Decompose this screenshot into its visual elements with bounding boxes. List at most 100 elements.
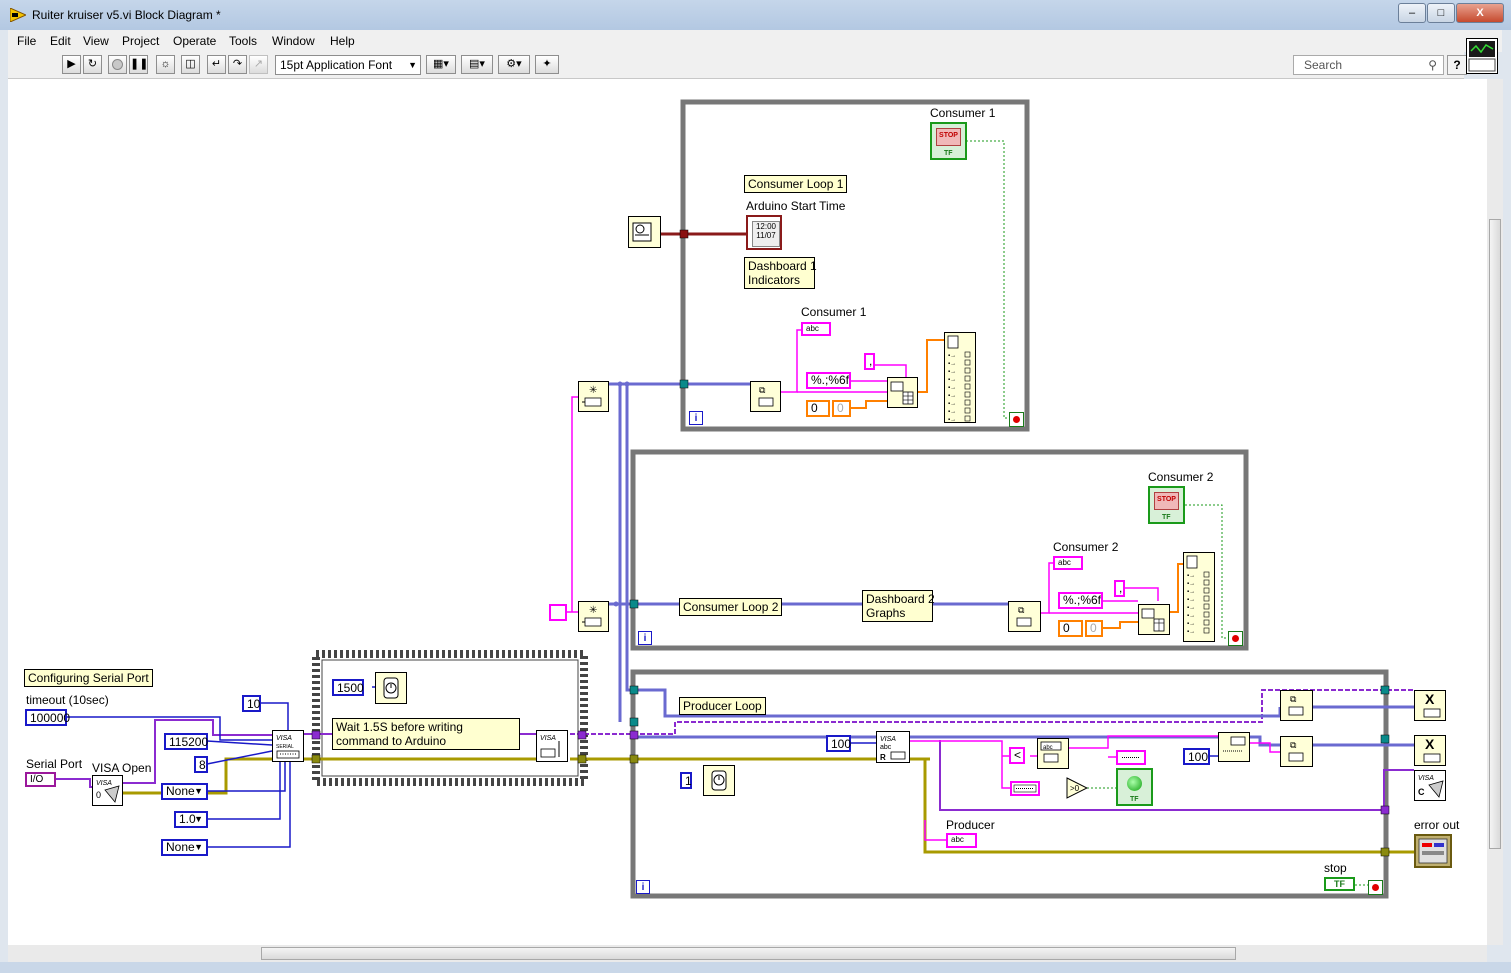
consumer-1-zero-indicator[interactable]: 0 [832,400,851,417]
producer-iteration-terminal[interactable]: i [636,880,650,894]
dequeue-1-node[interactable]: ⧉ [750,381,781,412]
get-date-time-node[interactable] [628,216,661,248]
stop-bits-ring[interactable]: 1.0 ▼ [174,811,208,828]
queue-name-constant[interactable] [549,604,567,621]
consumer-2-stop-label: Consumer 2 [1148,470,1214,484]
time-stamp-display: 12:00 11/07 [752,221,780,247]
arduino-start-time-indicator[interactable]: 12:00 11/07 [746,215,782,250]
string-subset-node[interactable] [1218,732,1250,762]
dequeue-2-node[interactable]: ⧉ [1008,601,1041,632]
index-array-2-node[interactable]: ▪→ ▪→ ▪→ ▪→ ▪→ ▪→ ▪→ ▪→ [1183,552,1215,642]
enqueue-icon: ⧉ [1288,740,1304,762]
tf-label: TF [944,150,953,157]
producer-string-indicator[interactable]: abc [946,833,977,848]
visa-serial-icon: VISA SERIAL [276,735,300,759]
consumer-1-delimiter-constant[interactable]: , [864,353,875,370]
visa-open-node[interactable]: VISA 0 [92,775,123,806]
visa-write-node[interactable]: VISA [536,730,568,762]
concatenate-string-node[interactable] [1116,750,1146,765]
string-length-icon [1013,784,1037,793]
consumer-2-zero-constant[interactable]: 0 [1058,620,1083,637]
consumer-2-stop-button[interactable]: STOP TF [1148,486,1185,524]
compare-char-constant[interactable]: < [1009,747,1025,764]
ring-arrow-icon: ▼ [194,786,203,796]
obtain-queue-1-node[interactable]: ✳ [578,381,609,412]
serial-port-constant[interactable]: I/O [25,772,56,787]
svg-text:▪→: ▪→ [1187,613,1195,619]
consumer-1-format-constant[interactable]: %.;%6f [806,372,851,389]
consumer-2-format-constant[interactable]: %.;%6f [1058,592,1103,609]
visa-configure-serial-node[interactable]: VISA SERIAL [272,730,304,762]
release-queue-2-node[interactable]: X [1414,735,1446,766]
svg-text:▪→: ▪→ [1187,573,1195,579]
visa-read-node[interactable]: VISA abc R [876,731,910,763]
bytes-to-read-constant[interactable]: 100 [826,735,851,752]
baud-rate-constant[interactable]: 115200 [164,733,208,750]
wait-clock-icon [711,770,727,791]
index-array-1-node[interactable]: ▪→ ▪→ ▪→ ▪→ ▪→ ▪→ ▪→ ▪→ ▪→ [944,332,976,423]
flow-ring[interactable]: None ▼ [161,839,208,856]
consumer-1-stop-terminal[interactable] [1009,412,1024,427]
consumer-2-string-indicator[interactable]: abc [1053,556,1083,570]
release-queue-1-node[interactable]: X [1414,690,1446,721]
wait-ms-constant[interactable]: 1500 [332,679,364,696]
obtain-queue-icon: ✳ [582,605,602,627]
consumer-2-iteration-terminal[interactable]: i [638,631,652,645]
dashboard-2-comment: Dashboard 2 Graphs [862,590,935,622]
stop-button-terminal[interactable]: TF [1324,877,1355,891]
visa-read-icon: VISAabc R [880,736,906,762]
enqueue-2-node[interactable]: ⧉ [1280,736,1313,767]
data-bits-constant[interactable]: 8 [194,756,208,773]
parity-ring-value: None [166,784,195,798]
spreadsheet-string-to-array-2-node[interactable] [1138,604,1170,635]
max-length-constant[interactable]: 100 [1183,748,1210,765]
svg-text:▪→: ▪→ [948,369,956,375]
visa-open-icon: VISA 0 [96,780,120,803]
producer-wait-node[interactable] [703,765,735,796]
string-subset-icon [1223,736,1246,752]
consumer-1-iteration-terminal[interactable]: i [689,411,703,425]
index-array-icon: ▪→ ▪→ ▪→ ▪→ ▪→ ▪→ ▪→ ▪→ [1186,555,1210,635]
match-pattern-node[interactable]: abc [1037,738,1069,769]
string-wires [566,329,1280,841]
visa-close-node[interactable]: VISA C [1414,770,1446,801]
greater-than-zero-icon[interactable]: >0 [1066,777,1088,799]
consumer-1-stop-label: Consumer 1 [930,106,996,120]
consumer-1-stop-button[interactable]: STOP TF [930,122,967,160]
release-label: X [1425,736,1435,752]
consumer-loop-1-comment: Consumer Loop 1 [744,175,848,193]
visa-write-icon: VISA [540,735,560,758]
producer-wait-constant[interactable]: 1 [680,772,692,789]
diagram-wires [56,99,1414,899]
svg-text:⧉: ⧉ [759,385,766,395]
svg-text:▪→: ▪→ [948,377,956,383]
data-ready-led[interactable]: TF [1116,768,1153,806]
tf-label: TF [1162,514,1171,521]
consumer-2-stop-terminal[interactable] [1228,631,1243,646]
producer-stop-terminal[interactable] [1368,880,1383,895]
wait-ms-node[interactable] [375,672,407,704]
parity-ring[interactable]: None ▼ [161,783,208,800]
svg-text:⧉: ⧉ [1290,694,1297,704]
consumer-2-delimiter-constant[interactable]: , [1114,580,1125,597]
obtain-queue-2-node[interactable]: ✳ [578,601,609,632]
dequeue-icon: ⧉ [758,385,774,407]
enqueue-1-node[interactable]: ⧉ [1280,690,1313,721]
svg-text:▪→: ▪→ [948,401,956,407]
timeout-label: timeout (10sec) [26,693,109,707]
consumer-2-zero-indicator[interactable]: 0 [1085,620,1103,637]
string-length-node[interactable] [1010,781,1040,796]
svg-text:▪→: ▪→ [948,417,956,422]
svg-text:▪→: ▪→ [1187,581,1195,587]
consumer-loop-2-comment: Consumer Loop 2 [679,598,783,616]
ring-arrow-icon: ▼ [194,814,203,824]
spreadsheet-string-to-array-1-node[interactable] [887,377,918,408]
serial-port-label: Serial Port [26,757,83,771]
svg-text:▪→: ▪→ [948,353,956,359]
consumer-1-zero-constant[interactable]: 0 [806,400,830,417]
led-icon [1127,776,1142,791]
flow-control-constant[interactable]: 10 [242,695,261,712]
timeout-constant[interactable]: 100000 [25,709,70,726]
error-out-indicator[interactable] [1414,834,1452,868]
consumer-1-string-indicator[interactable]: abc [801,322,831,336]
